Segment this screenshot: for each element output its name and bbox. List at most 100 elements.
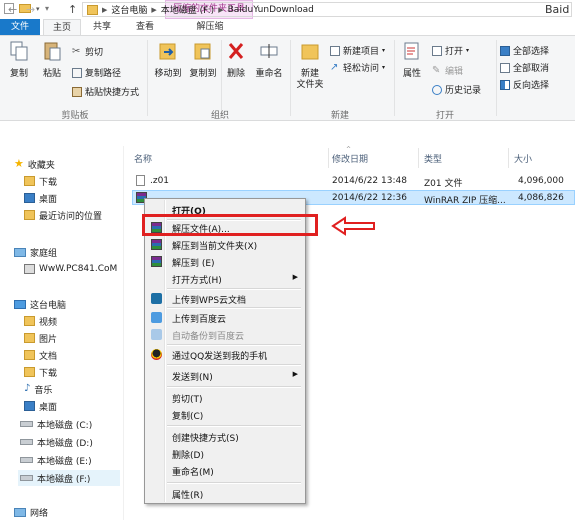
open-button[interactable]: 打开 ▾ bbox=[432, 44, 469, 57]
ribbon-separator bbox=[496, 40, 497, 116]
nav-drive-e[interactable]: 本地磁盘 (E:) bbox=[20, 452, 92, 468]
file-row[interactable]: .z01 2014/6/22 13:48 Z01 文件 4,096,000 bbox=[132, 174, 575, 189]
breadcrumb-baiduyundownload[interactable]: BaiduYunDownload bbox=[228, 5, 314, 15]
nav-music[interactable]: ♪ 音乐 bbox=[24, 381, 52, 397]
paste-label: 粘贴 bbox=[42, 69, 61, 79]
copy-button[interactable]: 复制 bbox=[6, 40, 32, 80]
new-folder-button[interactable]: 新建 文件夹 bbox=[294, 40, 326, 91]
nav-desktop[interactable]: 桌面 bbox=[24, 190, 57, 206]
ribbon-tabs: 文件 主页 共享 查看 解压缩 bbox=[0, 19, 575, 35]
menu-label: 上传到WPS云文档 bbox=[172, 296, 247, 306]
menu-open-with[interactable]: 打开方式(H) ▶ bbox=[146, 270, 304, 287]
select-none-button[interactable]: 全部取消 bbox=[500, 61, 549, 74]
file-size: 4,096,000 bbox=[518, 176, 564, 186]
back-arrow-icon[interactable]: ← bbox=[8, 3, 17, 16]
column-size[interactable]: 大小 bbox=[514, 152, 532, 165]
column-name[interactable]: 名称 bbox=[134, 152, 152, 165]
nav-videos[interactable]: 视频 bbox=[24, 313, 57, 329]
cut-button[interactable]: ✂ 剪切 bbox=[72, 45, 103, 58]
ribbon-separator bbox=[221, 40, 222, 116]
context-menu: 打开(O) 解压文件(A)... 解压到当前文件夹(X) 解压到 (E) 打开方… bbox=[144, 198, 306, 504]
column-separator[interactable] bbox=[418, 148, 419, 168]
address-bar[interactable]: ▶ 这台电脑 ▶ 本地磁盘 (F:) ▶ BaiduYunDownload bbox=[82, 2, 572, 17]
menu-delete[interactable]: 删除(D) bbox=[146, 445, 304, 462]
menu-upload-wps[interactable]: 上传到WPS云文档 bbox=[146, 290, 304, 307]
tab-file[interactable]: 文件 bbox=[0, 19, 40, 35]
select-all-button[interactable]: 全部选择 bbox=[500, 44, 549, 57]
organize-group-label: 组织 bbox=[210, 111, 229, 121]
menu-send-to[interactable]: 发送到(N) ▶ bbox=[146, 367, 304, 384]
pictures-folder-icon bbox=[24, 333, 35, 343]
tab-extract[interactable]: 解压缩 bbox=[185, 19, 235, 35]
nav-pc-downloads[interactable]: 下载 bbox=[24, 364, 57, 380]
new-item-button[interactable]: 新建项目 ▾ bbox=[330, 44, 385, 57]
properties-button[interactable]: 属性 bbox=[398, 40, 426, 80]
column-type[interactable]: 类型 bbox=[424, 152, 442, 165]
easy-access-label: 轻松访问 bbox=[343, 64, 380, 74]
move-to-button[interactable]: 移动到 bbox=[151, 40, 185, 80]
paste-shortcut-button[interactable]: 粘贴快捷方式 bbox=[72, 85, 139, 98]
easy-access-button[interactable]: ↗ 轻松访问 ▾ bbox=[330, 61, 385, 74]
breadcrumb-separator-icon: ▶ bbox=[102, 5, 108, 14]
scissors-icon: ✂ bbox=[72, 45, 81, 57]
nav-drive-f[interactable]: 本地磁盘 (F:) bbox=[18, 470, 120, 486]
nav-homegroup[interactable]: 家庭组 bbox=[14, 244, 57, 260]
menu-upload-baidu[interactable]: 上传到百度云 bbox=[146, 309, 304, 326]
nav-pictures[interactable]: 图片 bbox=[24, 330, 57, 346]
breadcrumb-drive-f[interactable]: 本地磁盘 (F:) bbox=[161, 3, 214, 16]
delete-label: 删除 bbox=[226, 69, 245, 79]
chevron-down-icon[interactable]: ▾ bbox=[36, 5, 40, 13]
file-type: Z01 文件 bbox=[424, 179, 463, 189]
copy-path-label: 复制路径 bbox=[85, 69, 122, 79]
nav-drive-c[interactable]: 本地磁盘 (C:) bbox=[20, 416, 92, 432]
tab-home[interactable]: 主页 bbox=[43, 19, 81, 35]
history-button[interactable]: 历史记录 bbox=[432, 83, 481, 96]
menu-create-shortcut[interactable]: 创建快捷方式(S) bbox=[146, 428, 304, 445]
menu-separator bbox=[167, 482, 301, 484]
nav-label: 音乐 bbox=[34, 385, 53, 396]
tab-share[interactable]: 共享 bbox=[82, 19, 122, 35]
menu-extract-to[interactable]: 解压到 (E) bbox=[146, 253, 304, 270]
nav-network[interactable]: 网络 bbox=[14, 504, 48, 520]
menu-separator bbox=[167, 386, 301, 388]
nav-downloads[interactable]: 下载 bbox=[24, 173, 57, 189]
column-separator[interactable] bbox=[508, 148, 509, 168]
menu-label: 属性(R) bbox=[172, 491, 204, 501]
paste-button[interactable]: 粘贴 bbox=[38, 40, 66, 80]
nav-drive-d[interactable]: 本地磁盘 (D:) bbox=[20, 434, 93, 450]
recent-locations-chevron-icon[interactable]: ▾ bbox=[45, 4, 49, 13]
nav-pc-desktop[interactable]: 桌面 bbox=[24, 398, 57, 414]
up-arrow-icon[interactable]: ↑ bbox=[68, 3, 77, 16]
nav-label: 家庭组 bbox=[30, 248, 58, 259]
tab-view[interactable]: 查看 bbox=[124, 19, 166, 35]
nav-recent[interactable]: 最近访问的位置 bbox=[24, 207, 102, 223]
copy-to-button[interactable]: 复制到 bbox=[186, 40, 220, 80]
nav-documents[interactable]: 文档 bbox=[24, 347, 57, 363]
menu-cut[interactable]: 剪切(T) bbox=[146, 389, 304, 406]
downloads-folder-icon bbox=[24, 367, 35, 377]
nav-this-pc[interactable]: 这台电脑 bbox=[14, 296, 66, 312]
nav-user[interactable]: WwW.PC841.CoM bbox=[24, 261, 117, 277]
menu-qq-send[interactable]: 通过QQ发送到我的手机 bbox=[146, 346, 304, 363]
column-separator[interactable] bbox=[328, 148, 329, 168]
downloads-folder-icon bbox=[24, 176, 35, 186]
copy-path-button[interactable]: 复制路径 bbox=[72, 66, 121, 79]
rename-button[interactable]: 重命名 bbox=[252, 40, 286, 80]
invert-selection-button[interactable]: 反向选择 bbox=[500, 78, 549, 91]
menu-copy[interactable]: 复制(C) bbox=[146, 406, 304, 423]
menu-auto-backup[interactable]: 自动备份到百度云 bbox=[146, 326, 304, 343]
cut-label: 剪切 bbox=[85, 48, 104, 58]
delete-button[interactable]: 删除 bbox=[224, 40, 248, 80]
baidu-cloud-icon bbox=[151, 312, 162, 323]
delete-icon bbox=[228, 43, 244, 59]
nav-favorites[interactable]: ★ 收藏夹 bbox=[14, 156, 55, 172]
chevron-down-icon: ▾ bbox=[466, 47, 470, 54]
forward-arrow-icon[interactable]: → bbox=[26, 3, 35, 16]
menu-rename[interactable]: 重命名(M) bbox=[146, 462, 304, 479]
edit-button[interactable]: ✎ 编辑 bbox=[432, 64, 463, 77]
menu-properties[interactable]: 属性(R) bbox=[146, 485, 304, 502]
nav-label: 文档 bbox=[39, 351, 58, 362]
column-date[interactable]: 修改日期 bbox=[332, 152, 368, 165]
breadcrumb-this-pc[interactable]: 这台电脑 bbox=[111, 3, 147, 16]
menu-extract-here[interactable]: 解压到当前文件夹(X) bbox=[146, 236, 304, 253]
